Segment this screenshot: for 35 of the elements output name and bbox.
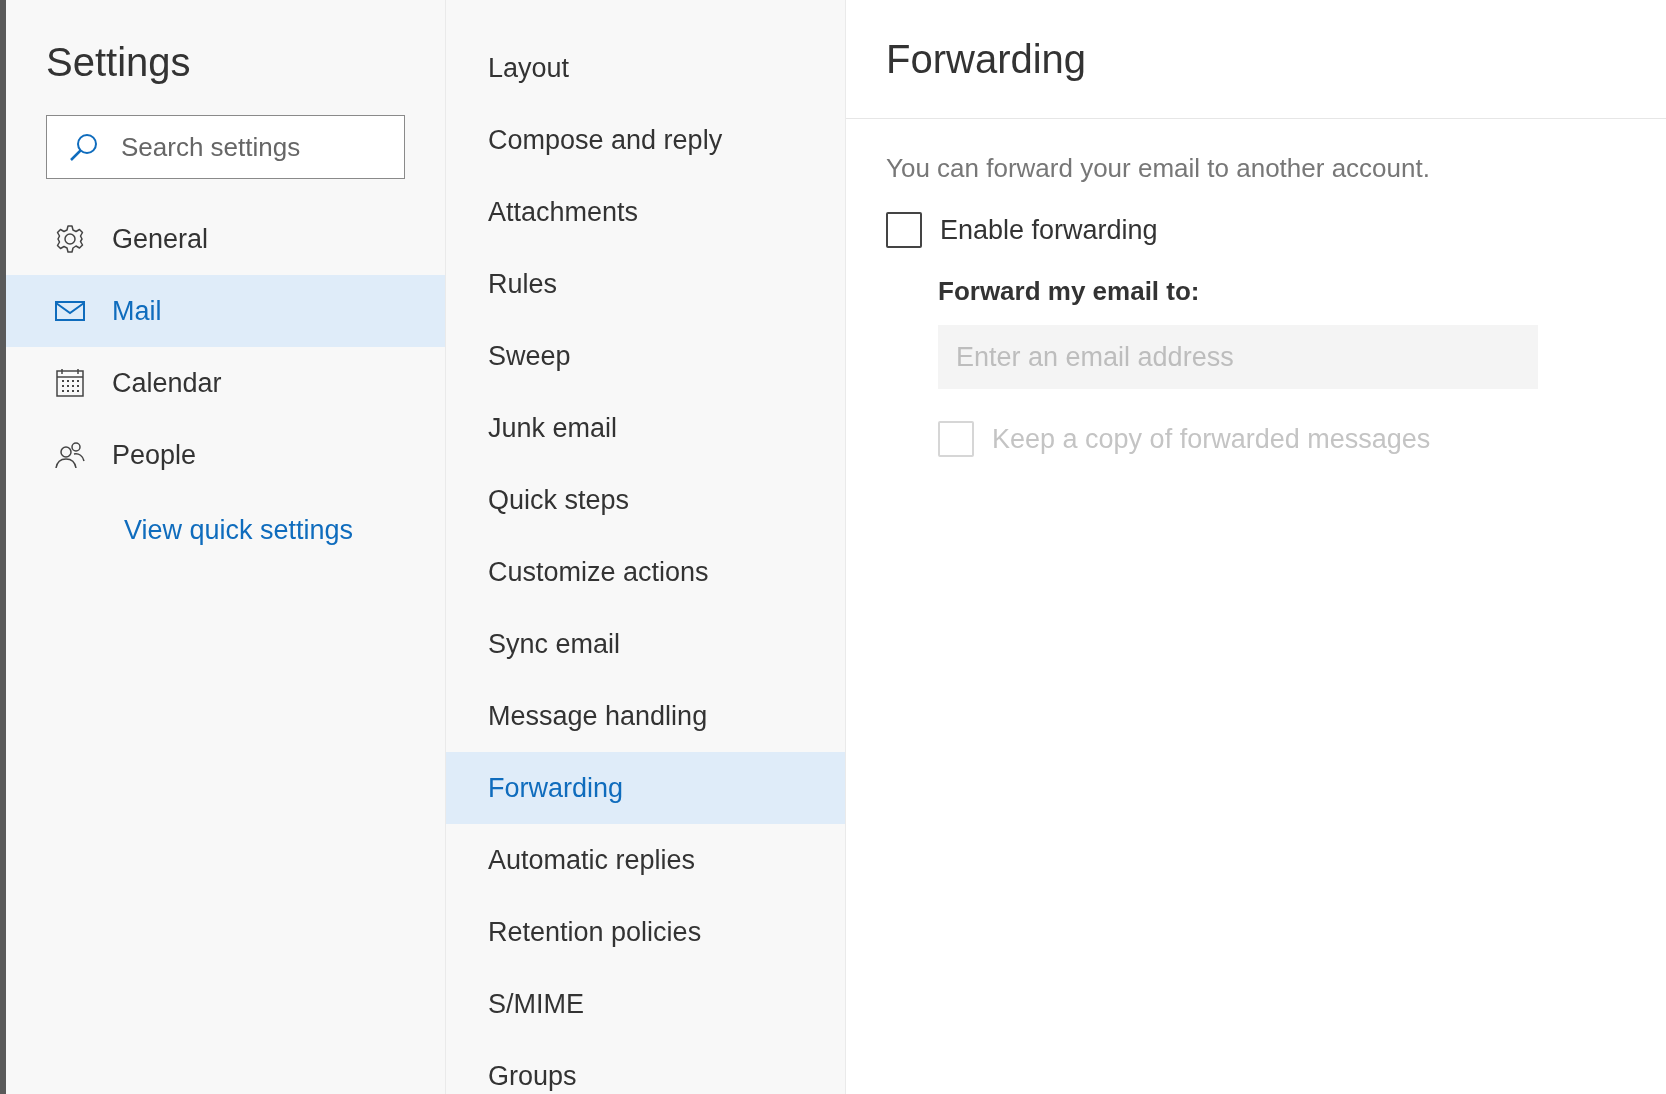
category-item[interactable]: Customize actions bbox=[446, 536, 845, 608]
category-item[interactable]: Rules bbox=[446, 248, 845, 320]
nav-label: Mail bbox=[112, 295, 162, 327]
category-item[interactable]: Message handling bbox=[446, 680, 845, 752]
nav-item[interactable]: Mail bbox=[6, 275, 445, 347]
nav-label: People bbox=[112, 439, 197, 471]
people-icon bbox=[54, 439, 86, 471]
category-item[interactable]: Sweep bbox=[446, 320, 845, 392]
category-item[interactable]: Sync email bbox=[446, 608, 845, 680]
gear-icon bbox=[54, 223, 86, 255]
description-text: You can forward your email to another account. bbox=[886, 153, 1431, 184]
category-item[interactable]: Groups bbox=[446, 1040, 845, 1094]
category-item[interactable]: Attachments bbox=[446, 176, 845, 248]
view-quick-settings-link[interactable]: View quick settings bbox=[124, 515, 445, 546]
field-label: Forward my email to: bbox=[938, 276, 1201, 307]
search-field[interactable]: Search settings bbox=[46, 115, 405, 179]
category-item[interactable]: Automatic replies bbox=[446, 824, 845, 896]
nav-item[interactable]: People bbox=[6, 419, 445, 491]
checkbox[interactable] bbox=[886, 212, 922, 248]
category-item[interactable]: Quick steps bbox=[446, 464, 845, 536]
category-item[interactable]: Forwarding bbox=[446, 752, 845, 824]
category-item[interactable]: Junk email bbox=[446, 392, 845, 464]
category-item[interactable]: Layout bbox=[446, 32, 845, 104]
nav-label: Calendar bbox=[112, 367, 222, 399]
nav-item[interactable]: Calendar bbox=[6, 347, 445, 419]
category-item[interactable]: Compose and reply bbox=[446, 104, 845, 176]
nav-label: General bbox=[112, 223, 209, 255]
category-item[interactable]: S/MIME bbox=[446, 968, 845, 1040]
category-item[interactable]: Retention policies bbox=[446, 896, 845, 968]
settings-title: Settings bbox=[46, 40, 192, 85]
checkbox-label: Enable forwarding bbox=[940, 214, 1158, 246]
panel-title: Forwarding bbox=[886, 36, 1087, 82]
calendar-icon bbox=[54, 367, 86, 399]
checkbox-label: Keep a copy of forwarded messages bbox=[992, 423, 1431, 455]
nav-item[interactable]: General bbox=[6, 203, 445, 275]
